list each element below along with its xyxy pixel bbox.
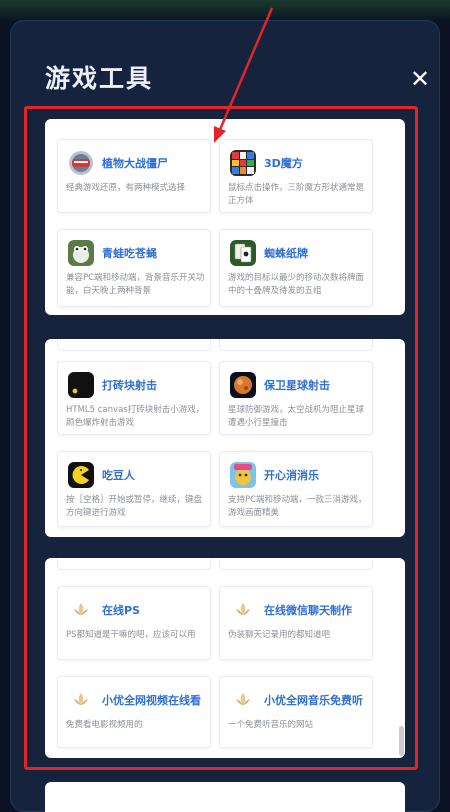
next-panel-edge	[45, 782, 405, 812]
highlight-frame	[24, 106, 418, 770]
modal-title: 游戏工具	[45, 64, 154, 93]
top-glow	[0, 0, 450, 22]
close-button[interactable]: ✕	[404, 63, 436, 95]
